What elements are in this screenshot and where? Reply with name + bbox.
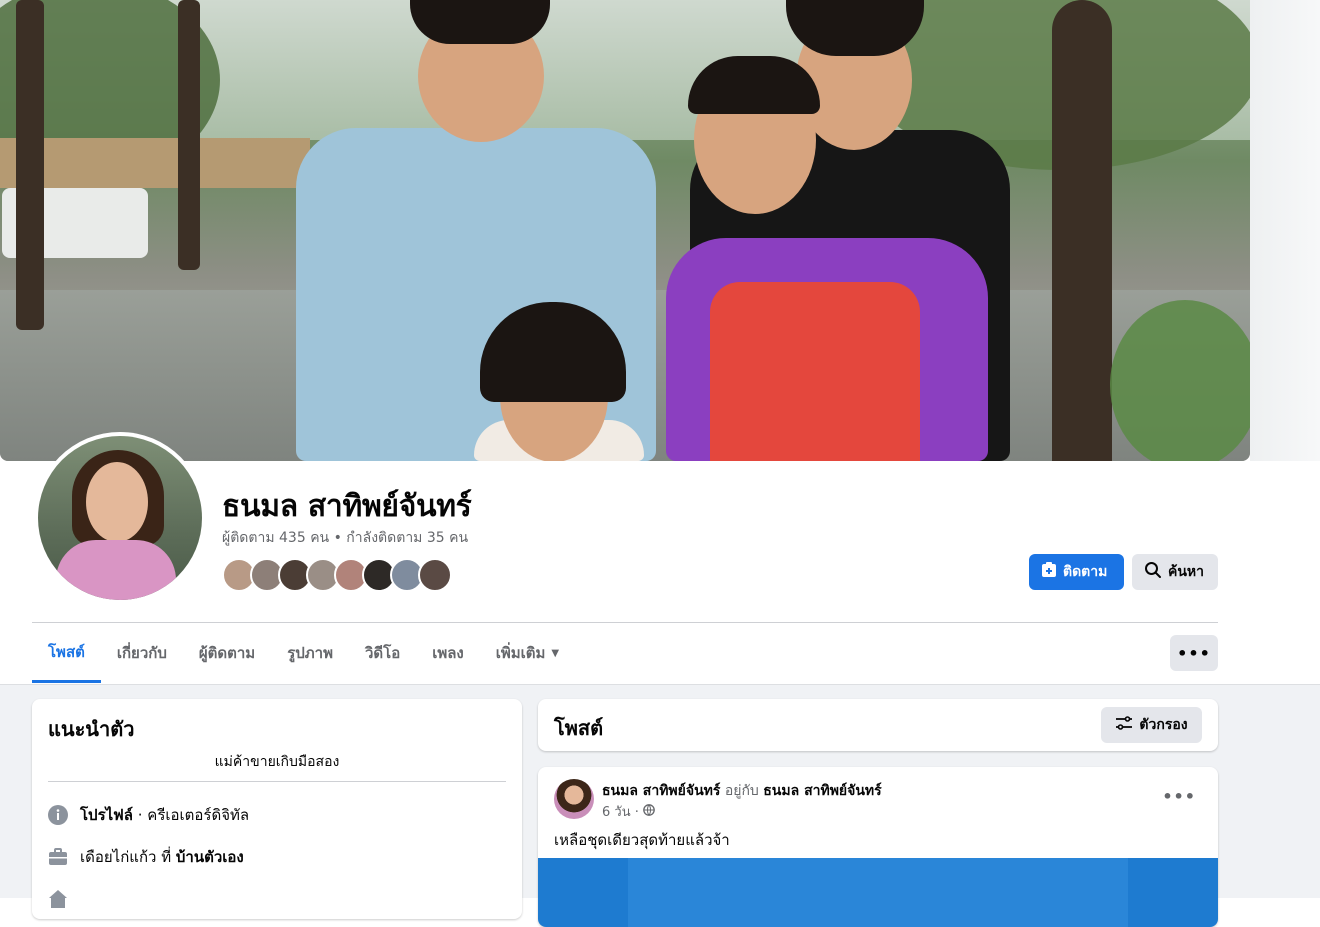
briefcase-icon	[48, 847, 68, 867]
cover-photo[interactable]	[0, 0, 1250, 461]
profile-avatar[interactable]	[34, 432, 206, 604]
cover-hut	[0, 138, 310, 188]
follow-label: ติดตาม	[1063, 564, 1108, 580]
tab-videos[interactable]: วิดีโอ	[349, 623, 416, 683]
tab-about[interactable]: เกี่ยวกับ	[101, 623, 183, 683]
right-margin	[1250, 0, 1320, 684]
profile-name: ธนมล สาทิพย์จันทร์	[222, 489, 472, 524]
cover-bushes	[1110, 300, 1250, 461]
tab-posts[interactable]: โพสต์	[32, 623, 101, 683]
cover-tree	[178, 0, 200, 270]
filter-icon	[1115, 715, 1133, 735]
avatar-face	[86, 462, 148, 542]
info-icon	[48, 805, 68, 825]
cover-tree	[16, 0, 44, 330]
more-dots-icon: •••	[1177, 643, 1211, 663]
profile-stats[interactable]: ผู้ติดตาม 435 คน • กำลังติดตาม 35 คน	[222, 527, 468, 549]
intro-row-profile: โปรไฟล์ · ครีเอเตอร์ดิจิทัล	[48, 803, 249, 827]
post-meta: 6 วัน ·	[602, 801, 655, 822]
follower-avatar[interactable]	[418, 558, 452, 592]
post-with-text: อยู่กับ	[720, 783, 764, 799]
intro-divider	[48, 781, 506, 782]
more-options-button[interactable]: •••	[1170, 635, 1218, 671]
post-with-name[interactable]: ธนมล สาทิพย์จันทร์	[763, 783, 881, 799]
intro-row-bold: โปรไฟล์	[80, 806, 133, 824]
search-label: ค้นหา	[1168, 564, 1205, 580]
profile-tabs: โพสต์ เกี่ยวกับ ผู้ติดตาม รูปภาพ วิดีโอ …	[32, 623, 575, 683]
caret-down-icon: ▼	[551, 647, 560, 659]
tab-music[interactable]: เพลง	[416, 623, 480, 683]
globe-icon	[643, 803, 655, 820]
tab-label: เพลง	[432, 644, 464, 662]
post-author-line: ธนมล สาทิพย์จันทร์ อยู่กับ ธนมล สาทิพย์จ…	[602, 780, 882, 802]
tab-followers[interactable]: ผู้ติดตาม	[183, 623, 271, 683]
intro-row-text: เดือยไก่แก้ว ที่ บ้านตัวเอง	[80, 845, 244, 869]
home-icon	[48, 889, 68, 909]
post-image-content	[628, 858, 1128, 927]
filter-label: ตัวกรอง	[1139, 717, 1188, 733]
tab-label: โพสต์	[48, 642, 85, 661]
intro-title: แนะนำตัว	[48, 717, 135, 741]
posts-title: โพสต์	[554, 716, 604, 740]
post-text: เหลือชุดเดียวสุดท้ายแล้วจ้า	[554, 831, 730, 849]
tab-label: เกี่ยวกับ	[116, 644, 167, 662]
intro-row-partial	[48, 889, 68, 909]
avatar-shirt	[56, 540, 176, 600]
posts-header-card: โพสต์ ตัวกรอง	[538, 699, 1218, 751]
intro-row-text: โปรไฟล์ · ครีเอเตอร์ดิจิทัล	[80, 803, 249, 827]
post-options-button[interactable]: •••	[1162, 787, 1196, 806]
post-author-avatar[interactable]	[554, 779, 594, 819]
search-button[interactable]: ค้นหา	[1132, 554, 1218, 590]
follow-button[interactable]: ติดตาม	[1029, 554, 1124, 590]
tab-photos[interactable]: รูปภาพ	[271, 623, 349, 683]
cover-person-shirt	[710, 282, 920, 461]
post-card: ธนมล สาทิพย์จันทร์ อยู่กับ ธนมล สาทิพย์จ…	[538, 767, 1218, 927]
cover-tree	[1052, 0, 1112, 461]
follow-icon	[1041, 562, 1057, 582]
tab-label: รูปภาพ	[287, 644, 333, 662]
intro-row-detail: · ครีเอเตอร์ดิจิทัล	[133, 806, 250, 824]
tab-label: เพิ่มเติม	[495, 644, 546, 662]
intro-card: แนะนำตัว แม่ค้าขายเกิบมือสอง โปรไฟล์ · ค…	[32, 699, 522, 919]
tab-label: ผู้ติดตาม	[198, 644, 256, 662]
intro-bio: แม่ค้าขายเกิบมือสอง	[214, 754, 340, 770]
post-author-name[interactable]: ธนมล สาทิพย์จันทร์	[602, 783, 720, 799]
right-margin-fade	[1250, 0, 1320, 461]
cover-person-hair	[410, 0, 550, 44]
intro-row-bold: บ้านตัวเอง	[175, 848, 244, 866]
intro-row-work: เดือยไก่แก้ว ที่ บ้านตัวเอง	[48, 845, 244, 869]
filter-button[interactable]: ตัวกรอง	[1101, 707, 1202, 743]
intro-row-detail: เดือยไก่แก้ว ที่	[80, 848, 176, 866]
post-time[interactable]: 6 วัน ·	[602, 801, 639, 822]
profile-avatar-photo	[38, 436, 202, 600]
search-icon	[1144, 561, 1162, 583]
tab-label: วิดีโอ	[364, 644, 401, 662]
post-image[interactable]	[538, 858, 1218, 927]
tab-more[interactable]: เพิ่มเติม ▼	[480, 623, 575, 683]
